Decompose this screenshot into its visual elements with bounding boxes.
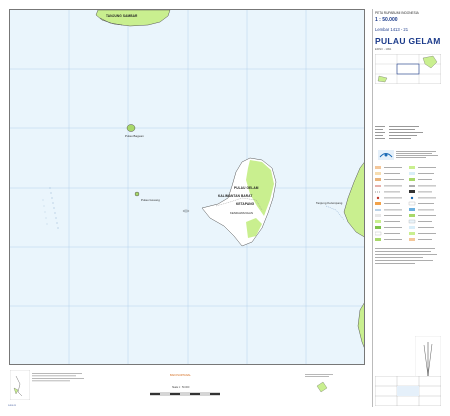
footer-text-lines-left [32,373,84,382]
map-sheet: TANJUNG SAMBAR Pulau Baguan Pulau Gosong… [0,0,450,416]
depth-contours [42,187,59,229]
place-label-n4: KENDAWANGAN [230,211,254,215]
agency-text-lines [396,151,438,158]
islet-small[interactable] [182,209,190,213]
island-gosong[interactable] [134,191,140,197]
index-map [375,54,441,84]
place-label-n1: PULAU GELAM [234,186,259,190]
place-label-top: TANJUNG SAMBAR [106,14,138,18]
island-east[interactable] [343,160,365,238]
place-label-w1: Pulau Baguan [125,134,144,138]
map-canvas[interactable] [10,10,365,365]
legend-symbols [375,166,437,264]
place-label-n3: KETAPANG [236,202,255,206]
island-north[interactable] [95,10,171,27]
compass-inset [305,374,333,393]
agency-logo [378,150,394,160]
footer-orange-note: BAKOSURTANAL [170,374,191,377]
info-lines [375,126,423,139]
map-series: PETA RUPABUMI INDONESIA [375,11,419,15]
island-east-lower[interactable] [357,300,365,352]
map-scale: 1 : 50.000 [375,17,398,23]
location-inset [10,370,30,400]
map-edition: EDISI I - 1991 [375,48,392,51]
map-sheet-number: Lembar 1413 - 21 [375,27,409,32]
corner-code: 1413-21 [8,405,17,407]
map-frame[interactable]: TANJUNG SAMBAR Pulau Baguan Pulau Gosong… [9,9,365,365]
place-label-n2: KALIMANTAN BARAT [218,194,253,198]
grid-lines [10,10,364,364]
island-baguan[interactable] [126,124,136,132]
place-label-w2: Pulau Gosong [141,198,160,202]
reef-east [325,205,345,221]
place-label-e1: Tanjung Kelumpang [316,201,343,205]
adjoining-sheets-grid [375,376,441,406]
declination-diagram [415,336,441,380]
scale-bar-label: Skala 1 : 50.000 [172,386,190,389]
map-title: PULAU GELAM [375,36,441,46]
scale-bar [150,392,220,396]
